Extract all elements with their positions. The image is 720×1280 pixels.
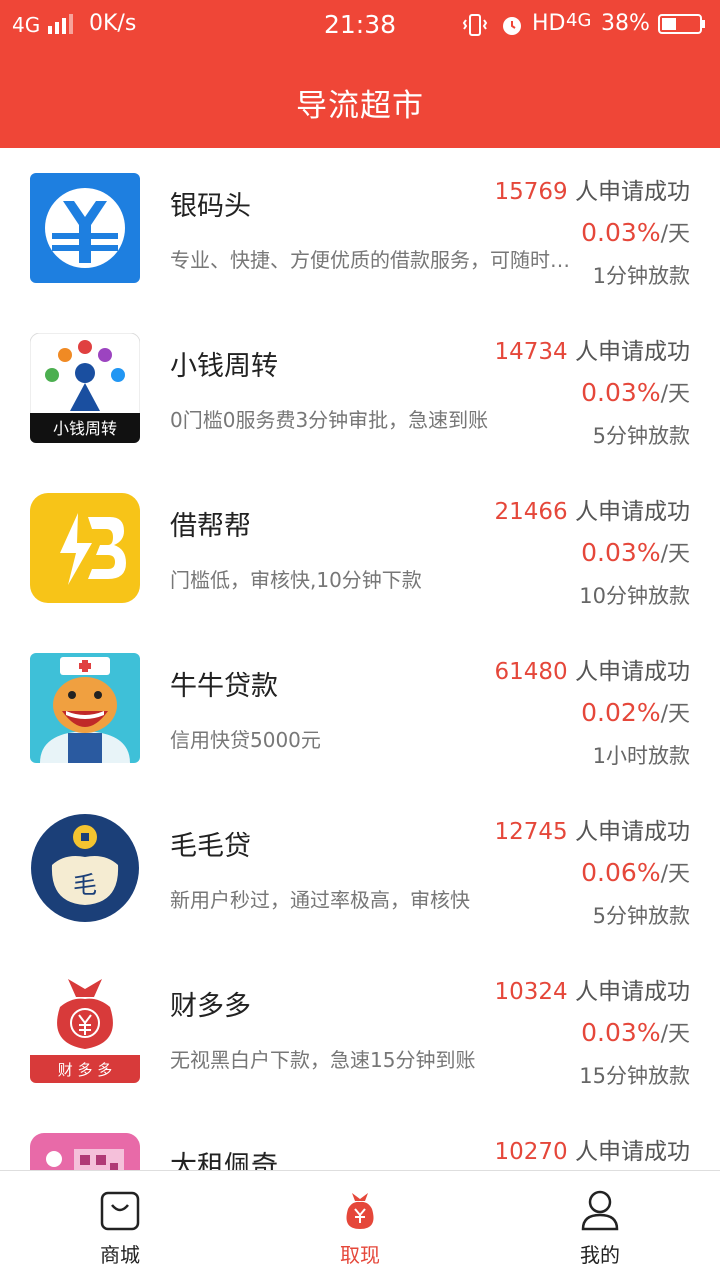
rate-value: 0.03%: [581, 378, 661, 407]
loan-time: 1分钟放款: [592, 264, 690, 288]
tab-mine[interactable]: 我的: [480, 1171, 720, 1280]
tab-label: 我的: [580, 1243, 620, 1267]
product-name: 小钱周转: [170, 351, 278, 382]
product-desc: 新用户秒过，通过率极高，审核快: [170, 888, 470, 912]
applied-number: 10270: [494, 1139, 568, 1165]
applied-count: 21466 人申请成功: [495, 492, 690, 526]
niuniu-logo-icon: [30, 653, 140, 763]
tab-cash[interactable]: 取现: [240, 1171, 480, 1280]
maomao-logo-text: 毛: [73, 871, 97, 899]
product-row[interactable]: 借帮帮 门槛低，审核快,10分钟下款 21466 人申请成功 0.03%/天 1…: [0, 468, 720, 629]
jiebangbang-logo-icon: [30, 493, 140, 603]
top-bar: 4G 0K/s 21:38 HD 4G 38% 导流超市: [0, 0, 720, 148]
product-desc: 专业、快捷、方便优质的借款服务，可随时随地: [170, 248, 570, 272]
product-row[interactable]: 财 多 多 财多多 无视黑白户下款，急速15分钟到账 10324 人申请成功 0…: [0, 948, 720, 1109]
applied-label: 人申请成功: [567, 179, 690, 205]
rate-unit: /天: [660, 1022, 690, 1047]
xiaoqianzhouzhuan-logo-icon: 小钱周转: [30, 333, 140, 443]
applied-count: 14734 人申请成功: [495, 332, 690, 366]
maomaodai-logo-icon: 毛: [30, 813, 140, 923]
alarm-icon: [503, 17, 521, 35]
applied-number: 14734: [494, 339, 568, 365]
rate-value: 0.03%: [581, 218, 661, 247]
product-name: 财多多: [170, 991, 251, 1022]
caiduoduo-logo-icon: 财 多 多: [30, 973, 140, 1083]
applied-label: 人申请成功: [567, 979, 690, 1005]
product-desc: 门槛低，审核快,10分钟下款: [170, 568, 422, 592]
rate-value: 0.03%: [581, 538, 661, 567]
loan-time: 5分钟放款: [592, 424, 690, 448]
user-icon: [581, 1190, 619, 1231]
rate-unit: /天: [660, 222, 690, 247]
tab-label: 取现: [340, 1243, 380, 1267]
interest-rate: 0.03%/天: [581, 536, 690, 568]
loan-time: 5分钟放款: [592, 904, 690, 928]
applied-count: 10270 人申请成功: [495, 1132, 690, 1166]
applied-count: 12745 人申请成功: [495, 812, 690, 846]
applied-label: 人申请成功: [567, 499, 690, 525]
rate-unit: /天: [660, 702, 690, 727]
applied-label: 人申请成功: [567, 1139, 690, 1165]
applied-number: 15769: [494, 179, 568, 205]
loan-time: 15分钟放款: [579, 1064, 690, 1088]
rate-value: 0.02%: [581, 698, 661, 727]
dazupeiqi-logo-icon: [30, 1133, 140, 1170]
applied-label: 人申请成功: [567, 339, 690, 365]
shop-bag-icon: [100, 1191, 140, 1231]
product-desc: 无视黑白户下款，急速15分钟到账: [170, 1048, 476, 1072]
applied-number: 12745: [494, 819, 568, 845]
product-desc: 0门槛0服务费3分钟审批，急速到账: [170, 408, 489, 432]
applied-label: 人申请成功: [567, 819, 690, 845]
interest-rate: 0.06%/天: [581, 856, 690, 888]
bottom-tab-bar: 商城 取现 我的: [0, 1170, 720, 1280]
product-row[interactable]: 小钱周转 小钱周转 0门槛0服务费3分钟审批，急速到账 14734 人申请成功 …: [0, 308, 720, 469]
tab-shop[interactable]: 商城: [0, 1171, 240, 1280]
applied-count: 10324 人申请成功: [495, 972, 690, 1006]
rate-unit: /天: [660, 542, 690, 567]
vibrate-icon: [462, 14, 488, 36]
app-screen: 4G 0K/s 21:38 HD 4G 38% 导流超市 银码头 专业、快捷、方…: [0, 0, 720, 1280]
loan-time: 1小时放款: [592, 744, 690, 768]
product-name: 大租佩奇: [170, 1151, 278, 1170]
rate-value: 0.06%: [581, 858, 661, 887]
xiaoqian-logo-text: 小钱周转: [53, 419, 117, 438]
applied-number: 21466: [494, 499, 568, 525]
product-row[interactable]: 毛 毛毛贷 新用户秒过，通过率极高，审核快 12745 人申请成功 0.06%/…: [0, 788, 720, 949]
applied-number: 10324: [494, 979, 568, 1005]
rate-unit: /天: [660, 382, 690, 407]
product-list: 银码头 专业、快捷、方便优质的借款服务，可随时随地 15769 人申请成功 0.…: [0, 148, 720, 1170]
battery-icon: [658, 14, 705, 34]
loan-time: 10分钟放款: [579, 584, 690, 608]
product-desc: 信用快贷5000元: [170, 728, 321, 752]
hd-indicator: HD: [532, 11, 566, 36]
product-name: 借帮帮: [170, 511, 251, 542]
tab-label: 商城: [100, 1243, 140, 1267]
applied-number: 61480: [494, 659, 568, 685]
rate-unit: /天: [660, 862, 690, 887]
money-bag-icon: [346, 1193, 374, 1229]
interest-rate: 0.03%/天: [581, 216, 690, 248]
interest-rate: 0.02%/天: [581, 696, 690, 728]
rate-value: 0.03%: [581, 1018, 661, 1047]
product-name: 牛牛贷款: [170, 671, 278, 702]
interest-rate: 0.03%/天: [581, 1016, 690, 1048]
battery-percent: 38%: [601, 11, 650, 36]
product-row[interactable]: 牛牛贷款 信用快贷5000元 61480 人申请成功 0.02%/天 1小时放款: [0, 628, 720, 789]
interest-rate: 0.03%/天: [581, 376, 690, 408]
product-row[interactable]: 大租佩奇 10270 人申请成功: [0, 1108, 720, 1170]
status-bar: 4G 0K/s 21:38 HD 4G 38%: [0, 0, 720, 50]
product-row[interactable]: 银码头 专业、快捷、方便优质的借款服务，可随时随地 15769 人申请成功 0.…: [0, 148, 720, 309]
product-name: 银码头: [170, 191, 251, 222]
applied-count: 15769 人申请成功: [495, 172, 690, 206]
caiduoduo-logo-text: 财 多 多: [58, 1061, 113, 1079]
applied-count: 61480 人申请成功: [495, 652, 690, 686]
product-name: 毛毛贷: [170, 831, 251, 862]
applied-label: 人申请成功: [567, 659, 690, 685]
yinmatou-logo-icon: [30, 173, 140, 283]
network-type-2: 4G: [566, 10, 592, 31]
page-title: 导流超市: [296, 88, 424, 124]
